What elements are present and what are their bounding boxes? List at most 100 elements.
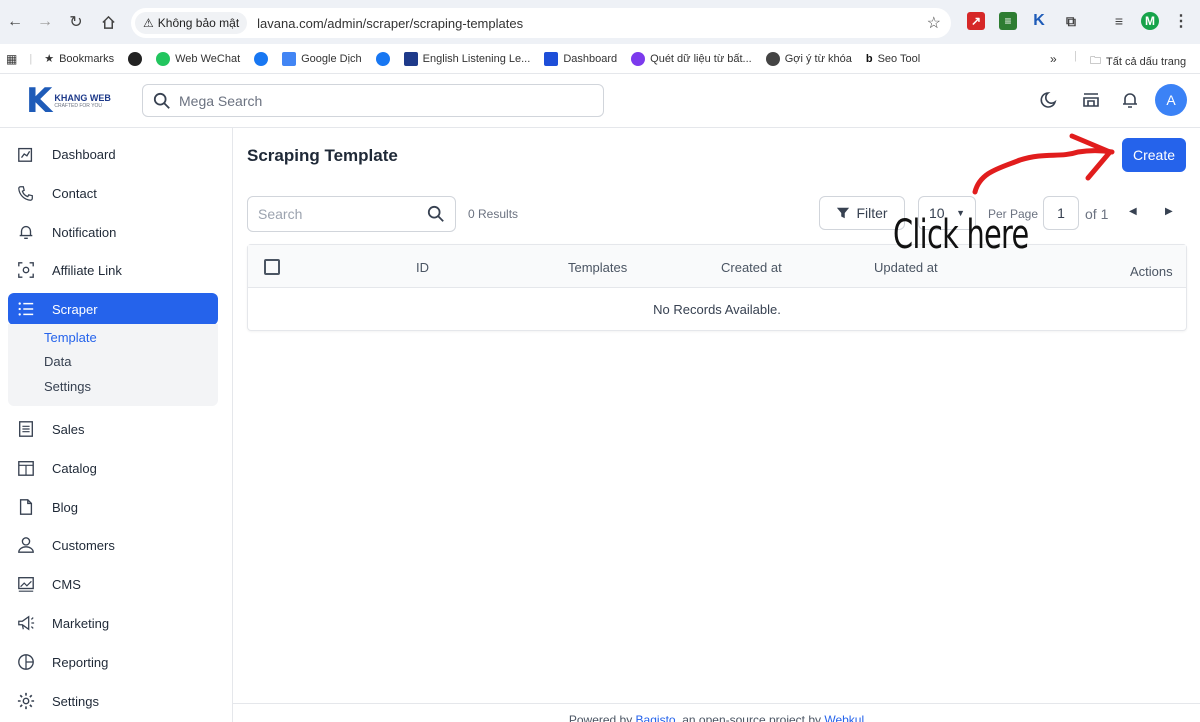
english-listening-icon — [403, 51, 418, 66]
column-header-updated-at[interactable]: Updated at — [874, 260, 938, 275]
url-text[interactable]: lavana.com/admin/scraper/scraping-templa… — [257, 16, 523, 31]
bookmark-item[interactable] — [128, 51, 143, 66]
sidebar-item-settings[interactable]: Settings — [8, 685, 218, 717]
extension-icon[interactable]: ↗ — [967, 12, 985, 30]
bookmark-item[interactable]: b Seo Tool — [866, 53, 920, 65]
security-warning[interactable]: ⚠ Không bảo mật — [135, 12, 248, 34]
more-bookmarks-icon[interactable]: » — [1050, 52, 1057, 66]
dashboard-icon — [16, 144, 36, 164]
bookmark-item[interactable]: ★ Bookmarks — [44, 52, 114, 66]
column-header-id[interactable]: ID — [416, 260, 429, 275]
page-total-label: of 1 — [1085, 206, 1109, 222]
warning-icon: ⚠ — [143, 16, 154, 30]
column-header-created-at[interactable]: Created at — [721, 260, 782, 275]
sidebar-item-affiliate-link[interactable]: Affiliate Link — [8, 254, 218, 286]
column-header-templates[interactable]: Templates — [568, 260, 627, 275]
storefront-icon[interactable] — [1081, 90, 1101, 113]
bell-icon[interactable] — [1120, 90, 1140, 113]
click-here-annotation: Click here — [893, 212, 1029, 258]
sidebar-item-contact[interactable]: Contact — [8, 177, 218, 209]
search-icon[interactable] — [427, 205, 445, 223]
seo-icon: b — [865, 52, 873, 65]
address-bar[interactable]: ⚠ Không bảo mật lavana.com/admin/scraper… — [131, 8, 951, 38]
datagrid-search-placeholder: Search — [258, 206, 303, 222]
list-icon — [16, 299, 36, 319]
sidebar-item-reporting[interactable]: Reporting — [8, 646, 218, 678]
bookmark-item[interactable]: Quét dữ liệu từ bất... — [631, 51, 752, 66]
data-table: ID Templates Created at Updated at Actio… — [247, 244, 1187, 331]
bookmarks-bar: ▦ | ★ Bookmarks Web WeChat Google Dịch En… — [0, 44, 1200, 74]
sidebar: Dashboard Contact Notification Affiliate… — [0, 128, 233, 722]
star-icon: ★ — [44, 53, 55, 65]
scraper-submenu: Template Data Settings — [8, 324, 218, 406]
file-icon — [16, 497, 36, 517]
menu-icon[interactable]: ⋮ — [1172, 12, 1190, 30]
select-all-checkbox[interactable] — [264, 259, 280, 275]
megaphone-icon — [16, 613, 36, 633]
logo-tagline: CRAFTED FOR YOU — [54, 103, 103, 109]
datagrid-search-input[interactable]: Search — [247, 196, 456, 232]
folder-icon: 🗀 — [1090, 55, 1101, 67]
webkul-link[interactable]: Webkul — [824, 713, 864, 722]
avatar[interactable]: A — [1155, 84, 1187, 116]
apps-icon[interactable]: ▦ — [6, 52, 17, 66]
submenu-item-template[interactable]: Template — [44, 330, 97, 345]
logo-k-icon: K — [26, 81, 53, 121]
sidebar-item-marketing[interactable]: Marketing — [8, 607, 218, 639]
back-icon[interactable]: ← — [2, 9, 28, 35]
page-number-input[interactable]: 1 — [1043, 196, 1079, 230]
phone-icon — [16, 183, 36, 203]
empty-state: No Records Available. — [653, 302, 781, 317]
logo[interactable]: K KHANG WEB CRAFTED FOR YOU — [26, 84, 111, 118]
forward-icon[interactable]: → — [32, 9, 58, 35]
sidebar-item-customers[interactable]: Customers — [8, 529, 218, 561]
create-button[interactable]: Create — [1122, 138, 1186, 172]
bookmark-item[interactable]: Web WeChat — [156, 51, 240, 66]
bagisto-link[interactable]: Bagisto — [636, 713, 676, 722]
sidebar-item-dashboard[interactable]: Dashboard — [8, 138, 218, 170]
receipt-icon — [16, 419, 36, 439]
sidebar-item-cms[interactable]: CMS — [8, 568, 218, 600]
next-page-icon[interactable]: ▶ — [1165, 206, 1173, 217]
scraper-icon — [631, 51, 646, 66]
column-header-actions: Actions — [1130, 264, 1173, 279]
bell-icon — [16, 222, 36, 242]
user-icon — [16, 535, 36, 555]
sidebar-item-catalog[interactable]: Catalog — [8, 452, 218, 484]
bag-icon — [544, 51, 559, 66]
submenu-item-data[interactable]: Data — [44, 354, 71, 369]
filter-icon — [837, 207, 850, 219]
puzzle-icon[interactable]: ⧉ — [1062, 12, 1080, 30]
extension-k-icon[interactable]: K — [1030, 12, 1048, 30]
dark-mode-icon[interactable] — [1040, 90, 1060, 113]
media-icon[interactable]: ≡ — [1110, 12, 1128, 30]
footer: Powered by Bagisto, an open-source proje… — [233, 703, 1200, 722]
sidebar-item-notification[interactable]: Notification — [8, 216, 218, 248]
submenu-item-settings[interactable]: Settings — [44, 379, 91, 394]
star-icon[interactable]: ☆ — [927, 13, 941, 33]
extension-icon[interactable]: ≡ — [999, 12, 1017, 30]
bookmark-item[interactable]: Gợi ý từ khóa — [765, 51, 852, 66]
prev-page-icon[interactable]: ◀ — [1129, 206, 1137, 217]
gear-icon — [16, 691, 36, 711]
sidebar-item-sales[interactable]: Sales — [8, 413, 218, 445]
sidebar-item-blog[interactable]: Blog — [8, 491, 218, 523]
all-bookmarks[interactable]: 🗀 Tất cả dấu trang — [1090, 52, 1186, 71]
reporting-icon — [16, 652, 36, 672]
mega-search-placeholder: Mega Search — [179, 92, 263, 109]
sidebar-item-scraper[interactable]: Scraper — [8, 293, 218, 325]
app-header: K KHANG WEB CRAFTED FOR YOU Mega Search … — [0, 74, 1200, 128]
bookmark-item[interactable]: English Listening Le... — [403, 51, 530, 66]
affiliate-icon — [16, 260, 36, 280]
bookmark-item[interactable]: Dashboard — [544, 51, 617, 66]
bookmark-item[interactable]: Google Dịch — [282, 51, 362, 66]
browser-toolbar: ← → ↻ ⚠ Không bảo mật lavana.com/admin/s… — [0, 0, 1200, 44]
page-title: Scraping Template — [247, 146, 398, 165]
bookmark-item[interactable] — [375, 51, 390, 66]
facebook-icon — [375, 51, 390, 66]
mega-search-input[interactable]: Mega Search — [142, 84, 604, 117]
bookmark-item[interactable] — [254, 51, 269, 66]
reload-icon[interactable]: ↻ — [63, 9, 89, 35]
home-icon[interactable] — [95, 9, 121, 35]
profile-icon[interactable]: M — [1141, 12, 1159, 30]
